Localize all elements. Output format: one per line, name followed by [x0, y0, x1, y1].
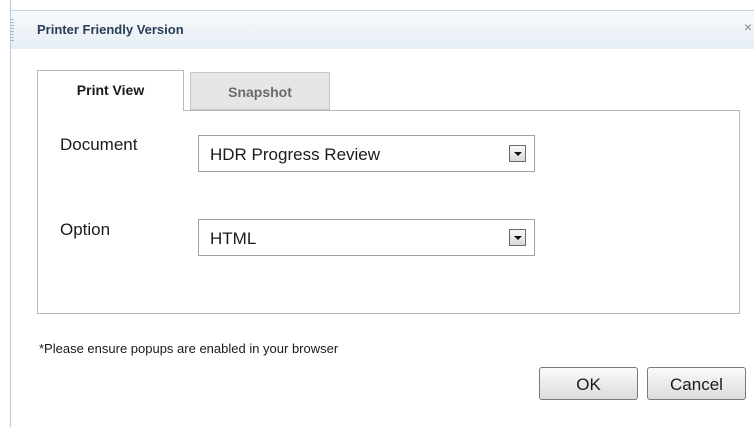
tab-print-view[interactable]: Print View — [37, 70, 184, 111]
printer-friendly-dialog: Printer Friendly Version × Print View Sn… — [10, 0, 754, 427]
dialog-title: Printer Friendly Version — [37, 22, 184, 37]
option-label: Option — [60, 220, 111, 239]
chevron-down-icon[interactable] — [509, 229, 526, 246]
option-select[interactable]: HTML — [198, 219, 535, 256]
document-select[interactable]: HDR Progress Review — [198, 135, 535, 172]
option-select-value: HTML — [210, 229, 257, 248]
popup-note: *Please ensure popups are enabled in you… — [39, 341, 339, 356]
document-label: Document — [60, 135, 138, 154]
cancel-button[interactable]: Cancel — [647, 367, 746, 400]
tab-panel: Document HDR Progress Review Option HTML — [37, 110, 740, 314]
ok-button[interactable]: OK — [539, 367, 638, 400]
chevron-down-icon[interactable] — [509, 145, 526, 162]
close-icon[interactable]: × — [744, 20, 752, 34]
document-select-value: HDR Progress Review — [210, 145, 381, 164]
tab-snapshot[interactable]: Snapshot — [190, 72, 330, 110]
drag-grip-icon — [11, 19, 14, 41]
dialog-body: Print View Snapshot Document HDR Progres… — [11, 49, 754, 427]
dialog-titlebar[interactable]: Printer Friendly Version × — [11, 10, 754, 50]
